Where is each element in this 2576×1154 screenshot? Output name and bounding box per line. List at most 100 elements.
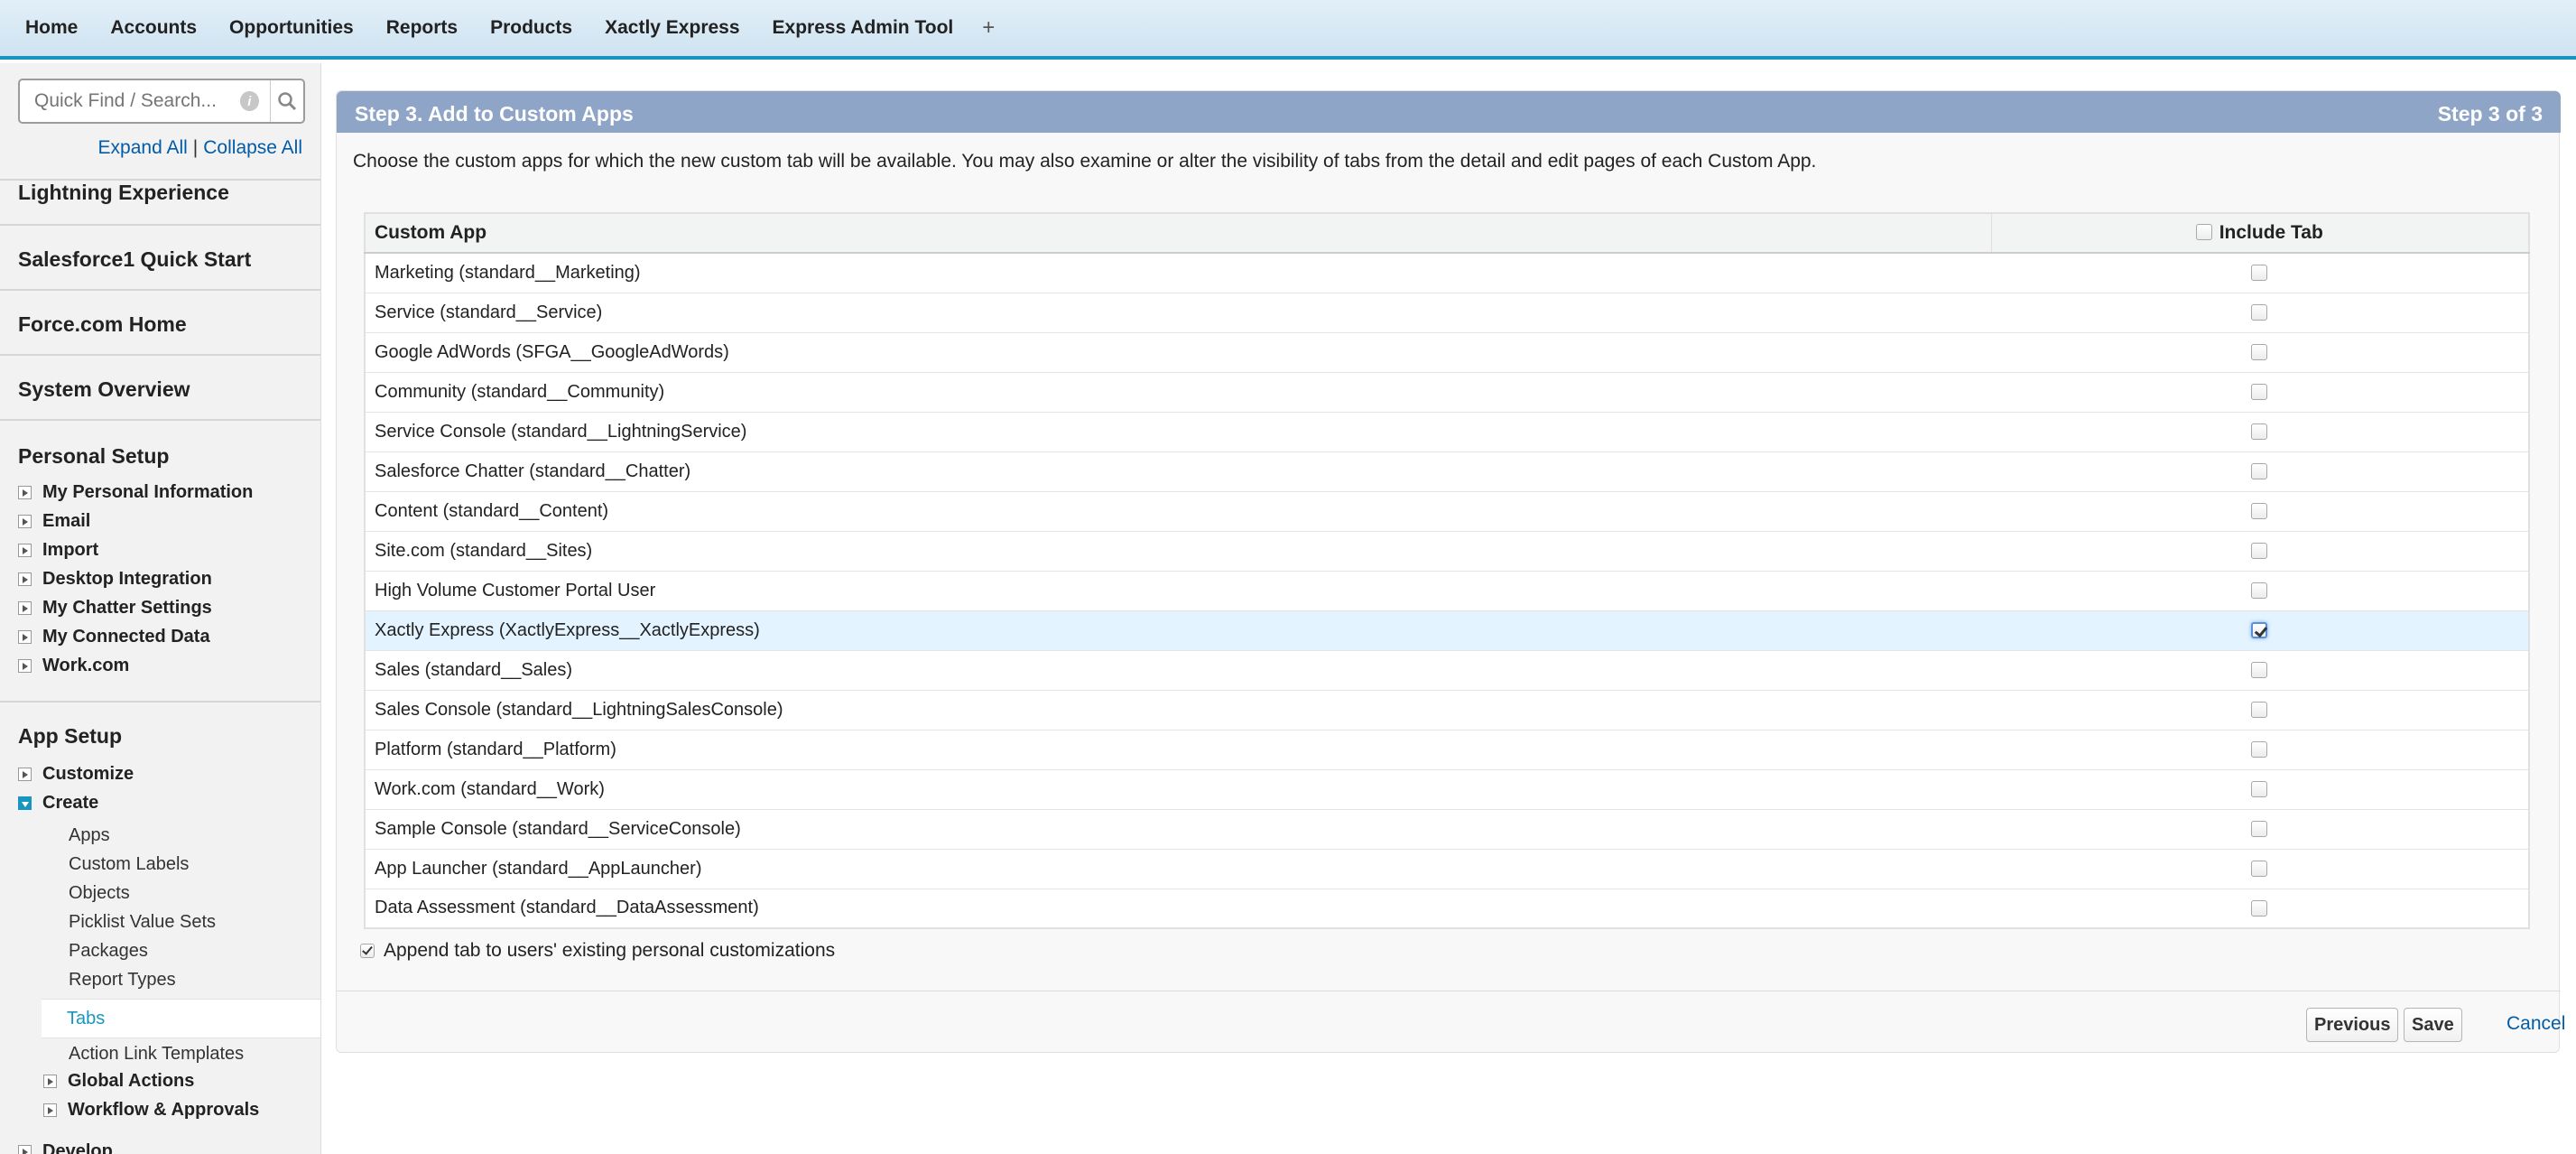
sidebar-sub-packages[interactable]: Packages [69,941,148,962]
sidebar-item-global-actions[interactable]: Global Actions [43,1071,194,1092]
include-all-checkbox[interactable] [2195,224,2212,240]
tab-opportunities[interactable]: Opportunities [213,0,370,58]
include-tab-checkbox[interactable] [2251,543,2267,560]
table-row: Salesforce Chatter (standard__Chatter) [365,451,2529,492]
expand-icon [43,1075,57,1088]
collapse-all-link[interactable]: Collapse All [203,137,302,158]
sidebar-item-create[interactable]: Create [18,793,98,814]
include-tab-checkbox[interactable] [2251,265,2267,282]
sidebar-item-label: My Chatter Settings [42,598,212,618]
table-row: Sample Console (standard__ServiceConsole… [365,809,2529,850]
lightning-experience-link[interactable]: Lightning Experience [18,181,229,205]
divider [0,701,320,703]
sidebar-item-work-com[interactable]: Work.com [18,656,129,676]
include-tab-cell [1991,889,2529,929]
include-tab-checkbox[interactable] [2251,781,2267,798]
app-name-cell: Service Console (standard__LightningServ… [365,412,1991,452]
table-row: Google AdWords (SFGA__GoogleAdWords) [365,332,2529,373]
expand-icon [18,1145,32,1154]
sidebar-sub-tabs-selected[interactable]: Tabs [42,999,320,1038]
sidebar-item-my-connected-data[interactable]: My Connected Data [18,627,210,647]
include-tab-checkbox[interactable] [2251,503,2267,520]
table-row: Work.com (standard__Work) [365,769,2529,810]
step-title: Step 3. Add to Custom Apps [355,102,634,126]
tab-express-admin-tool[interactable]: Express Admin Tool [756,0,970,58]
include-tab-cell [1991,690,2529,731]
include-tab-cell [1991,253,2529,293]
quick-find-box: i [18,79,305,124]
sidebar-item-my-personal-information[interactable]: My Personal Information [18,482,253,503]
sidebar-item-workflow-approvals[interactable]: Workflow & Approvals [43,1100,259,1121]
sidebar-sub-action-link-templates[interactable]: Action Link Templates [69,1044,244,1065]
app-name-cell: Sales (standard__Sales) [365,650,1991,691]
tab-accounts[interactable]: Accounts [94,0,213,58]
search-button[interactable] [269,80,303,122]
step-header: Step 3. Add to Custom Apps Step 3 of 3 [337,91,2561,133]
expand-collapse-row: Expand All | Collapse All [98,137,302,159]
force-com-home-link[interactable]: Force.com Home [18,312,187,337]
include-tab-checkbox[interactable] [2251,463,2267,480]
include-tab-checkbox[interactable] [2251,741,2267,758]
include-tab-checkbox[interactable] [2251,384,2267,401]
include-tab-checkbox[interactable] [2251,622,2267,639]
app-name-cell: Xactly Express (XactlyExpress__XactlyExp… [365,610,1991,651]
tab-home[interactable]: Home [9,0,94,58]
plus-icon[interactable]: + [969,15,1007,41]
sidebar-sub-report-types[interactable]: Report Types [69,970,176,991]
system-overview-link[interactable]: System Overview [18,377,190,402]
info-icon[interactable]: i [240,91,259,111]
table-row: Service (standard__Service) [365,293,2529,333]
save-button[interactable]: Save [2404,1008,2462,1042]
expand-all-link[interactable]: Expand All [98,137,188,158]
sidebar-item-email[interactable]: Email [18,511,90,532]
divider [0,354,320,356]
step-count: Step 3 of 3 [2437,102,2543,126]
include-tab-checkbox[interactable] [2251,899,2267,917]
table-row: Data Assessment (standard__DataAssessmen… [365,889,2529,929]
sidebar-item-label: Create [42,793,99,813]
sidebar-item-import[interactable]: Import [18,540,98,561]
sidebar-item-develop[interactable]: Develop [18,1141,113,1154]
include-tab-checkbox[interactable] [2251,702,2267,719]
include-tab-cell [1991,412,2529,452]
app-name-cell: Data Assessment (standard__DataAssessmen… [365,889,1991,929]
tab-products[interactable]: Products [474,0,588,58]
include-tab-checkbox[interactable] [2251,344,2267,361]
sidebar-item-my-chatter-settings[interactable]: My Chatter Settings [18,598,212,619]
sidebar-item-label: Workflow & Approvals [68,1100,260,1120]
expand-icon [18,768,32,781]
table-row: Xactly Express (XactlyExpress__XactlyExp… [365,610,2529,651]
previous-button[interactable]: Previous [2306,1008,2399,1042]
sidebar-sub-objects[interactable]: Objects [69,883,130,904]
include-tab-checkbox[interactable] [2251,821,2267,838]
app-name-cell: Work.com (standard__Work) [365,769,1991,810]
include-tab-cell [1991,849,2529,889]
include-tab-checkbox[interactable] [2251,423,2267,441]
sidebar-sub-custom-labels[interactable]: Custom Labels [69,854,189,875]
main-content: Step 3. Add to Custom Apps Step 3 of 3 C… [336,90,2565,1056]
include-tab-checkbox[interactable] [2251,662,2267,679]
app-name-cell: Sales Console (standard__LightningSalesC… [365,690,1991,731]
sidebar-item-label: Work.com [42,656,130,675]
app-name-cell: Marketing (standard__Marketing) [365,253,1991,293]
sidebar-item-label: Customize [42,764,134,784]
append-customizations-row: Append tab to users' existing personal c… [360,940,835,962]
tab-xactly-express[interactable]: Xactly Express [588,0,755,58]
app-name-cell: App Launcher (standard__AppLauncher) [365,849,1991,889]
include-tab-checkbox[interactable] [2251,582,2267,600]
sidebar-item-desktop-integration[interactable]: Desktop Integration [18,569,212,590]
include-tab-checkbox[interactable] [2251,304,2267,321]
cancel-link[interactable]: Cancel [2507,1013,2565,1035]
quick-find-input[interactable] [32,89,236,113]
wizard-panel: Step 3. Add to Custom Apps Step 3 of 3 C… [336,90,2565,1053]
sidebar-item-customize[interactable]: Customize [18,764,134,785]
tab-reports[interactable]: Reports [370,0,474,58]
sidebar-sub-apps[interactable]: Apps [69,825,110,846]
table-header-row: Custom App Include Tab [365,213,2529,254]
sidebar-sub-picklist-value-sets[interactable]: Picklist Value Sets [69,912,216,933]
include-tab-checkbox[interactable] [2251,861,2267,878]
append-tab-checkbox[interactable] [360,944,375,958]
include-tab-cell [1991,293,2529,333]
divider [0,289,320,291]
salesforce1-quick-start-link[interactable]: Salesforce1 Quick Start [18,247,251,272]
